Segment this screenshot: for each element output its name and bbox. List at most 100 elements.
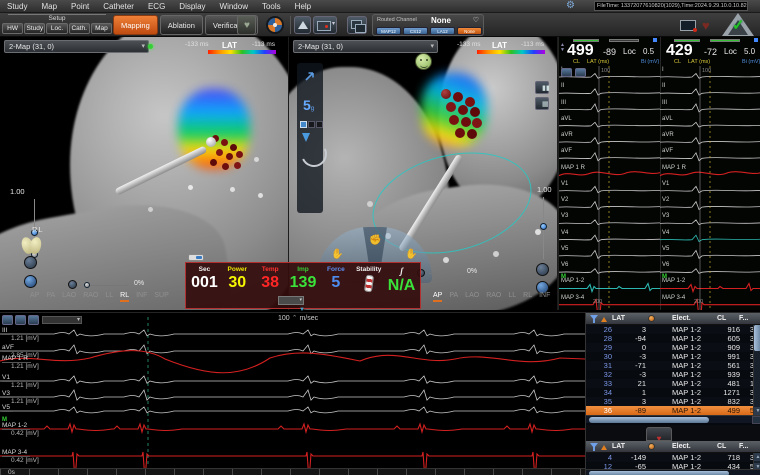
table-row[interactable]: 33 21 MAP 1-2 481 1	[586, 379, 760, 388]
orientation-button[interactable]: PA	[46, 292, 55, 302]
view-options-button[interactable]	[24, 275, 37, 288]
ablation-mini-toggle[interactable]	[188, 254, 204, 261]
scrollbar-thumb[interactable]	[589, 417, 709, 423]
vertical-scrollbar[interactable]: ▼	[753, 325, 760, 415]
review-ecg-panel[interactable]: 100 ⌃ m/sec III 1.21 [mV] aVF 2.85 [mV] …	[0, 312, 585, 475]
column-header-cl[interactable]: CL	[717, 443, 726, 450]
ablation-expand-chevron[interactable]: ▼	[299, 307, 305, 313]
table-row[interactable]: 4 -149 MAP 1-2 718 3	[586, 453, 760, 462]
sort-ascending-icon[interactable]	[601, 445, 607, 450]
sort-ascending-icon[interactable]	[601, 317, 607, 322]
column-header-cl[interactable]: CL	[717, 315, 726, 322]
orientation-button[interactable]: AP	[30, 292, 39, 302]
menu-item[interactable]: Catheter	[96, 2, 141, 11]
opacity-slider-track[interactable]	[429, 273, 463, 274]
mode-button[interactable]: Ablation	[160, 15, 203, 35]
scrollbar-thumb[interactable]	[754, 325, 760, 351]
ablation-points-tab[interactable]: ♥	[646, 427, 672, 441]
column-header-elect[interactable]: Elect.	[672, 443, 691, 450]
review-channel[interactable]: V3 1.21 [mV]	[2, 390, 39, 405]
mode-button[interactable]: Mapping	[113, 15, 158, 35]
filter-funnel-icon[interactable]	[590, 315, 598, 323]
filter-funnel-icon[interactable]	[590, 443, 598, 451]
review-tool-button[interactable]	[15, 315, 26, 325]
setup-tab[interactable]: Loc.	[46, 23, 67, 34]
orientation-button[interactable]: INF	[136, 292, 147, 302]
view-mode-swatch[interactable]	[316, 121, 323, 128]
column-header-force[interactable]: F...	[739, 443, 748, 450]
opacity-slider-track[interactable]	[84, 285, 128, 286]
compass-orientation-icon[interactable]	[266, 16, 284, 34]
orientation-button[interactable]: LL	[508, 292, 516, 302]
temp-source-dropdown[interactable]	[278, 296, 304, 305]
column-header-elect[interactable]: Elect.	[672, 315, 691, 322]
review-tool-button[interactable]	[28, 315, 39, 325]
hand-point-icon[interactable]: ✊	[369, 235, 381, 246]
monitor-tool-button[interactable]	[561, 68, 572, 77]
snapshot-camera-button[interactable]	[313, 16, 337, 34]
opacity-slider-knob[interactable]	[84, 282, 90, 288]
column-header-force[interactable]: F...	[739, 315, 748, 322]
map-selector-dropdown[interactable]: 2-Map (31, 0) ▾	[293, 40, 438, 53]
hand-pan-icon[interactable]: ✋	[331, 249, 343, 260]
routed-channel-button[interactable]: MAP12	[376, 27, 401, 35]
orientation-button[interactable]: AP	[433, 292, 442, 302]
pointer-arrow-icon[interactable]	[303, 69, 317, 83]
table-row[interactable]: 28 -94 MAP 1-2 605 3	[586, 334, 760, 343]
orientation-button[interactable]: LAO	[465, 292, 479, 302]
orientation-button[interactable]: LAO	[62, 292, 76, 302]
review-preset-dropdown[interactable]	[42, 316, 82, 324]
routed-channel-button[interactable]: None	[457, 27, 482, 35]
opacity-toggle-icon[interactable]	[68, 280, 77, 289]
table-row[interactable]: 31 -71 MAP 1-2 561 3	[586, 361, 760, 370]
review-channel[interactable]: MAP 3-4 0.42 [mV]	[2, 449, 39, 464]
channel-select-square[interactable]	[754, 38, 758, 42]
setup-tab[interactable]: Map	[91, 23, 112, 34]
menu-item[interactable]: Help	[288, 2, 318, 11]
monitor-tool-button[interactable]	[575, 68, 586, 77]
view-reset-button[interactable]	[24, 256, 37, 269]
channel-select-square[interactable]	[653, 38, 657, 42]
review-channel[interactable]: MAP 1-2 0.42 [mV]	[2, 422, 39, 437]
review-tool-button[interactable]	[2, 315, 13, 325]
review-channel[interactable]: V1 1.21 [mV]	[2, 374, 39, 389]
orientation-button[interactable]: RAO	[83, 292, 98, 302]
column-header-lat[interactable]: LAT	[612, 315, 625, 322]
routed-heart-icon[interactable]: ♡	[473, 16, 479, 24]
heart-tool-button[interactable]: ♥	[237, 15, 256, 35]
setup-tab[interactable]: HW	[2, 23, 23, 34]
menu-item[interactable]: Window	[213, 2, 255, 11]
horizontal-scrollbar[interactable]	[586, 415, 760, 423]
menu-item[interactable]: Display	[172, 2, 212, 11]
landmark-tool-button[interactable]	[294, 16, 311, 34]
table-row[interactable]: 36 -89 MAP 1-2 499 5	[586, 406, 760, 415]
orientation-button[interactable]: INF	[539, 292, 550, 302]
menu-item[interactable]: ECG	[141, 2, 172, 11]
review-channel[interactable]: V5	[2, 404, 13, 412]
orientation-button[interactable]: PA	[449, 292, 458, 302]
orientation-button[interactable]: LL	[105, 292, 113, 302]
pause-view-button[interactable]: ▮▮	[535, 81, 549, 94]
menu-item[interactable]: Map	[34, 2, 64, 11]
table-row[interactable]: 35 3 MAP 1-2 832 3	[586, 397, 760, 406]
view-mode-swatch[interactable]	[308, 121, 315, 128]
table-row[interactable]: 30 -3 MAP 1-2 991 3	[586, 352, 760, 361]
screen-layout-button[interactable]	[347, 16, 367, 34]
scroll-down-arrow[interactable]: ▼	[754, 407, 760, 415]
setup-tab[interactable]: Cath.	[69, 23, 90, 34]
setup-tab[interactable]: Study	[24, 23, 45, 34]
review-channel[interactable]: MAP 1 R 1.21 [mV]	[2, 355, 39, 370]
scrollbar-corner-box[interactable]	[752, 416, 760, 424]
menu-item[interactable]: Point	[64, 2, 96, 11]
orientation-button[interactable]: SUP	[154, 292, 168, 302]
view-mode-swatch-selected[interactable]	[300, 121, 307, 128]
menu-item[interactable]: Study	[0, 2, 34, 11]
routed-channel-button[interactable]: LA12	[430, 27, 455, 35]
scrollbar-thumb[interactable]	[589, 471, 729, 475]
orientation-button[interactable]: RL	[120, 292, 129, 302]
horizontal-scrollbar[interactable]	[586, 469, 760, 475]
menu-item[interactable]: Tools	[255, 2, 288, 11]
review-channel[interactable]: III 1.21 [mV]	[2, 327, 39, 342]
scroll-up-arrow[interactable]: ▲	[754, 453, 760, 461]
routed-channel-button[interactable]: CS12	[403, 27, 428, 35]
